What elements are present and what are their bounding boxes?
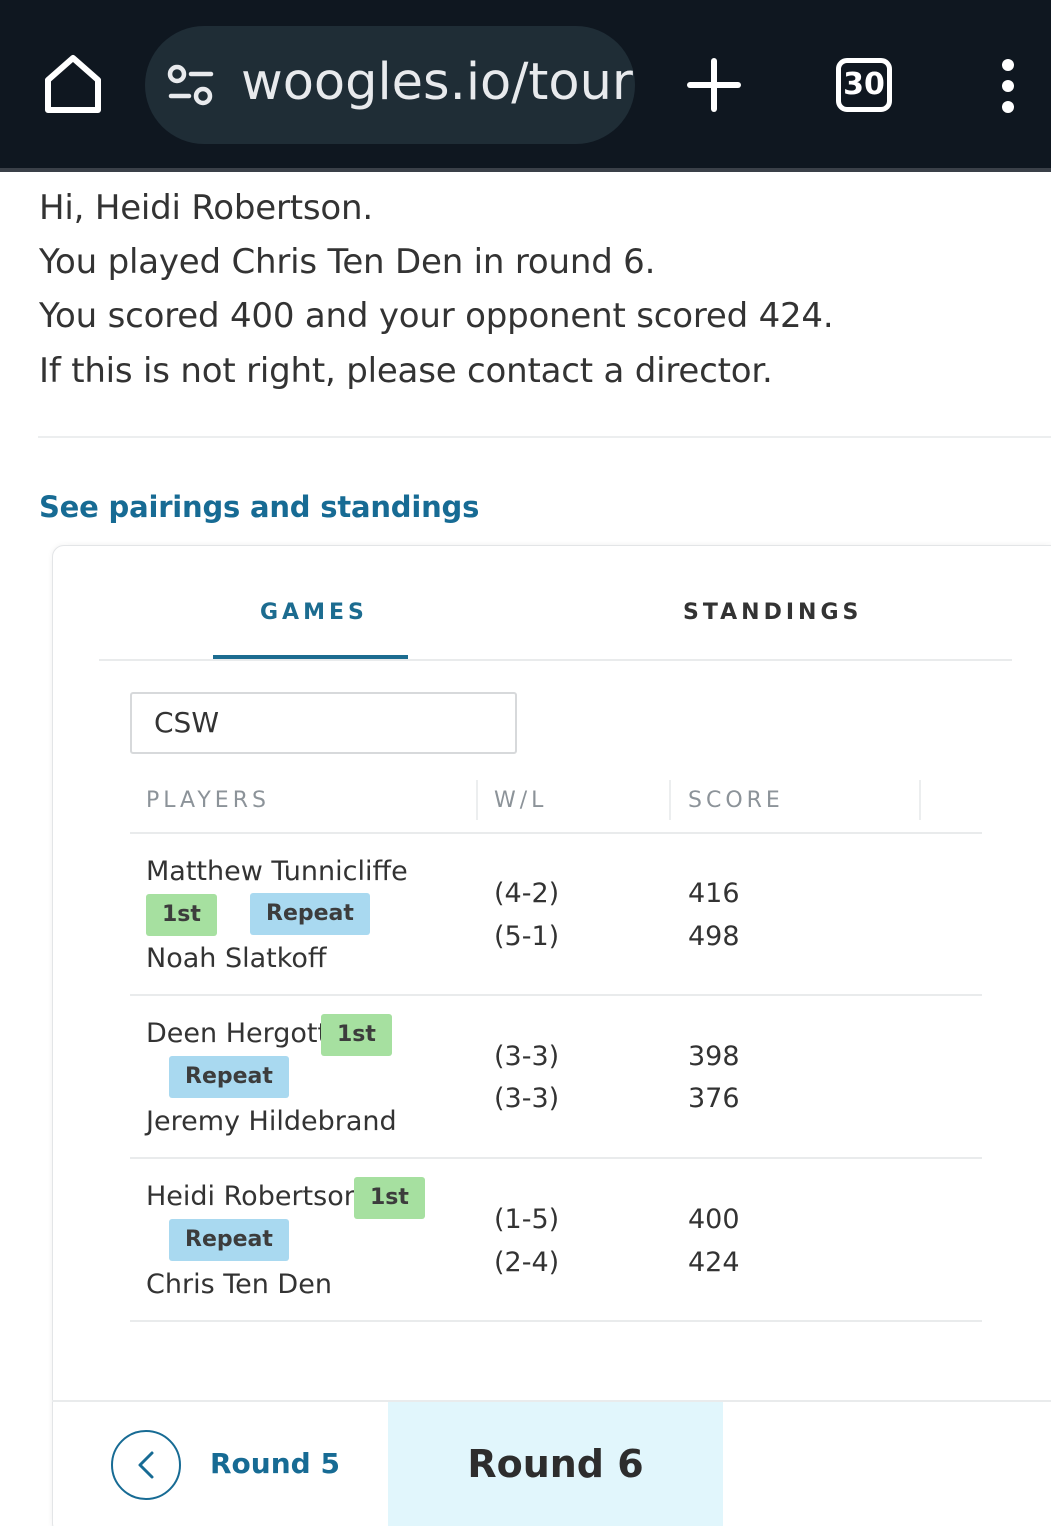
previous-round-label[interactable]: Round 5 bbox=[210, 1447, 340, 1480]
row-divider bbox=[130, 1320, 982, 1322]
see-pairings-link[interactable]: See pairings and standings bbox=[39, 490, 479, 524]
score-text: You scored 400 and your opponent scored … bbox=[39, 296, 834, 336]
first-badge: 1st bbox=[146, 894, 217, 936]
opponent-text: You played Chris Ten Den in round 6. bbox=[39, 242, 656, 282]
previous-round-button[interactable] bbox=[111, 1430, 181, 1500]
tab-standings[interactable]: STANDINGS bbox=[683, 600, 862, 625]
home-icon bbox=[45, 55, 101, 113]
greeting-text: Hi, Heidi Robertson. bbox=[39, 188, 373, 228]
game-score: 416 bbox=[688, 878, 740, 909]
player-name[interactable]: Chris Ten Den bbox=[146, 1269, 332, 1300]
game-score: 398 bbox=[688, 1041, 740, 1072]
column-separator bbox=[669, 780, 671, 820]
first-badge: 1st bbox=[321, 1014, 392, 1056]
win-loss: (2-4) bbox=[494, 1247, 560, 1278]
player-name[interactable]: Jeremy Hildebrand bbox=[146, 1106, 397, 1137]
player-name[interactable]: Noah Slatkoff bbox=[146, 943, 327, 974]
new-tab-button[interactable] bbox=[686, 57, 742, 113]
first-badge: 1st bbox=[354, 1177, 425, 1219]
win-loss: (4-2) bbox=[494, 878, 560, 909]
toolbar-divider bbox=[0, 168, 1051, 172]
site-settings-button[interactable] bbox=[167, 64, 217, 108]
chevron-left-icon bbox=[138, 1451, 154, 1479]
column-separator bbox=[919, 780, 921, 820]
win-loss: (5-1) bbox=[494, 921, 560, 952]
url-text[interactable]: woogles.io/tour bbox=[241, 53, 633, 112]
player-name[interactable]: Matthew Tunnicliffe bbox=[146, 856, 408, 887]
current-round: Round 6 bbox=[388, 1402, 723, 1526]
player-name[interactable]: Heidi Robertson bbox=[146, 1181, 361, 1212]
game-score: 424 bbox=[688, 1247, 740, 1278]
repeat-badge: Repeat bbox=[250, 893, 370, 935]
contact-text: If this is not right, please contact a d… bbox=[39, 351, 773, 391]
game-score: 400 bbox=[688, 1204, 740, 1235]
table-header-rule bbox=[130, 832, 982, 834]
plus-icon bbox=[687, 58, 741, 112]
repeat-badge: Repeat bbox=[169, 1219, 289, 1261]
repeat-badge: Repeat bbox=[169, 1056, 289, 1098]
tab-switcher-button[interactable]: 30 bbox=[836, 58, 892, 112]
section-divider bbox=[38, 436, 1051, 438]
win-loss: (3-3) bbox=[494, 1083, 560, 1114]
home-button[interactable] bbox=[40, 50, 106, 118]
row-divider bbox=[130, 994, 982, 996]
tab-games[interactable]: GAMES bbox=[260, 600, 368, 625]
browser-toolbar: woogles.io/tour 30 bbox=[0, 0, 1051, 170]
division-select[interactable]: CSW bbox=[130, 692, 517, 754]
column-header-score: SCORE bbox=[688, 788, 784, 813]
active-tab-indicator bbox=[213, 655, 408, 659]
tabs-divider bbox=[99, 659, 1012, 661]
game-score: 498 bbox=[688, 921, 740, 952]
game-score: 376 bbox=[688, 1083, 740, 1114]
column-header-wl: W/L bbox=[494, 788, 548, 813]
browser-menu-button[interactable] bbox=[996, 58, 1020, 114]
column-header-players: PLAYERS bbox=[146, 788, 270, 813]
row-divider bbox=[130, 1157, 982, 1159]
tune-icon bbox=[167, 64, 214, 106]
win-loss: (1-5) bbox=[494, 1204, 560, 1235]
column-separator bbox=[476, 780, 478, 820]
win-loss: (3-3) bbox=[494, 1041, 560, 1072]
more-vert-icon bbox=[1002, 59, 1014, 113]
address-bar[interactable]: woogles.io/tour bbox=[145, 26, 635, 144]
player-name[interactable]: Deen Hergott bbox=[146, 1018, 328, 1049]
